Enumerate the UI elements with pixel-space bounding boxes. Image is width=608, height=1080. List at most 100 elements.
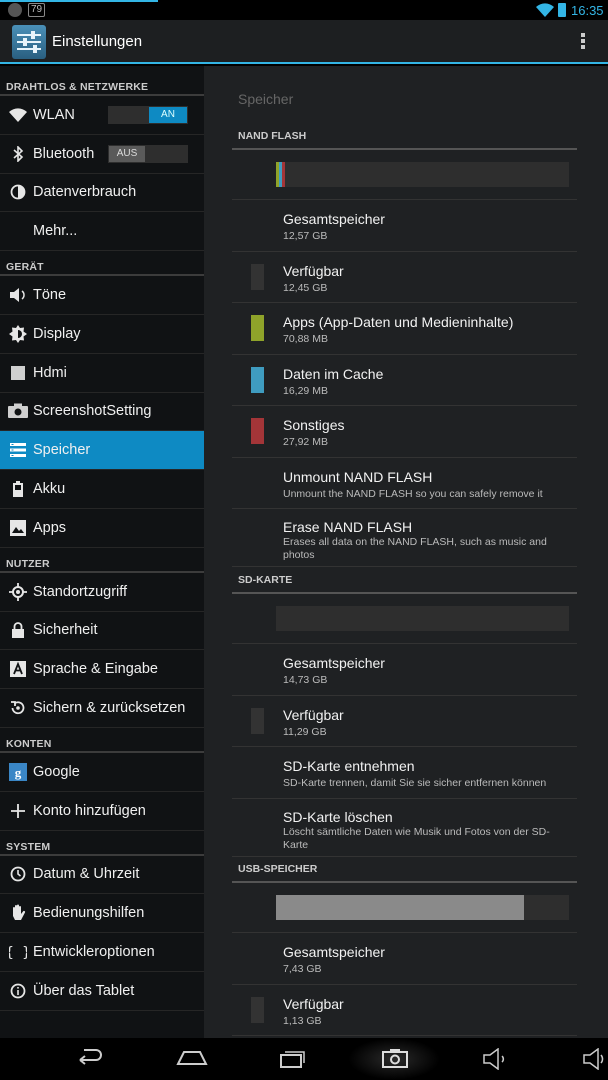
sidebar-item-ueber-das-tablet[interactable]: Über das Tablet [0, 972, 204, 1011]
page-title: Einstellungen [52, 33, 143, 50]
sidebar-item-label: ScreenshotSetting [33, 403, 152, 420]
sidebar-item-label: Über das Tablet [33, 982, 135, 999]
sidebar-item-wlan[interactable]: WLAN AN [0, 96, 204, 135]
volume-down-icon[interactable] [482, 1048, 508, 1070]
sidebar-item-datum-uhrzeit[interactable]: Datum & Uhrzeit [0, 856, 204, 895]
sidebar-item-label: Apps [33, 519, 67, 536]
clock-icon [0, 866, 33, 882]
nand-row-daten-im-cache[interactable]: Daten im Cache 16,29 MB [232, 355, 577, 406]
hand-icon [0, 904, 33, 922]
screenshot-camera-icon[interactable] [382, 1048, 408, 1068]
sidebar-item-google[interactable]: g Google [0, 753, 204, 792]
section-header-konten: KONTEN [0, 728, 204, 753]
sidebar-item-apps[interactable]: Apps [0, 509, 204, 548]
camera-icon [0, 403, 33, 419]
sd-row-sd-karte-loeschen[interactable]: SD-Karte löschen Löscht sämtliche Daten w… [232, 799, 577, 857]
info-icon [0, 983, 33, 999]
apps-icon [0, 519, 33, 536]
home-icon[interactable] [176, 1048, 208, 1066]
battery-icon [0, 481, 33, 498]
sd-row-sd-karte-entnehmen[interactable]: SD-Karte entnehmen SD-Karte trennen, dami… [232, 747, 577, 799]
usb-used-segment [276, 895, 524, 920]
sidebar-item-label: Akku [33, 481, 66, 498]
sidebar-item-bedienungshilfen[interactable]: Bedienungshilfen [0, 894, 204, 934]
bluetooth-toggle[interactable]: AUS [108, 144, 188, 163]
sd-row-gesamtspeicher[interactable]: Gesamtspeicher 14,73 GB [232, 644, 577, 696]
svg-text:{ }: { } [9, 945, 27, 960]
sidebar-item-label: Datenverbrauch [33, 184, 137, 201]
usb-usage-bar-row [232, 883, 577, 933]
sidebar-item-entwickleroptionen[interactable]: { } Entwickleroptionen [0, 933, 204, 972]
storage-detail-pane: Speicher NAND FLASH Gesamtspeicher 12,57 … [204, 66, 608, 1038]
row-title: Verfügbar [283, 262, 344, 279]
sidebar-item-screenshotsetting[interactable]: ScreenshotSetting [0, 393, 204, 432]
google-icon: g [0, 762, 33, 781]
row-title: Apps (App-Daten und Medieninhalte) [283, 314, 514, 330]
row-subtitle: 16,29 MB [283, 384, 328, 397]
back-icon[interactable] [76, 1048, 104, 1068]
nand-usage-bar-row [232, 150, 577, 200]
system-navigation-bar [0, 1038, 608, 1080]
settings-app-icon[interactable] [12, 25, 46, 59]
sd-card-header: SD-KARTE [232, 570, 577, 594]
row-subtitle: 12,57 GB [283, 230, 328, 242]
nand-flash-header: NAND FLASH [232, 126, 577, 150]
nand-row-gesamtspeicher[interactable]: Gesamtspeicher 12,57 GB [232, 200, 577, 252]
row-title: Gesamtspeicher [283, 211, 385, 227]
add-icon [0, 803, 33, 819]
sidebar-item-datenverbrauch[interactable]: Datenverbrauch [0, 174, 204, 213]
notification-icon [8, 3, 22, 17]
row-subtitle: 27,92 MB [283, 436, 328, 448]
nand-row-verfuegbar[interactable]: Verfügbar 12,45 GB [232, 252, 577, 303]
section-header-nutzer: NUTZER [0, 548, 204, 573]
sd-usage-bar [276, 606, 569, 631]
sidebar-item-mehr[interactable]: Mehr... [0, 212, 204, 252]
row-title: Verfügbar [283, 995, 344, 1012]
row-title: SD-Karte löschen [283, 808, 393, 825]
row-subtitle: 7,43 GB [283, 963, 322, 975]
row-title: Erase NAND FLASH [283, 519, 413, 535]
sd-row-verfuegbar[interactable]: Verfügbar 11,29 GB [232, 696, 577, 747]
nand-row-apps-app-daten-und-medieninhalte[interactable]: Apps (App-Daten und Medieninhalte) 70,88 … [232, 303, 577, 355]
nand-row-unmount-nand-flash[interactable]: Unmount NAND FLASH Unmount the NAND FLASH… [232, 458, 577, 509]
nand-flash-section: NAND FLASH Gesamtspeicher 12,57 GB Verfügb… [232, 126, 577, 567]
sidebar-item-label: Entwickleroptionen [33, 944, 155, 961]
nand-row-sonstiges[interactable]: Sonstiges 27,92 MB [232, 406, 577, 458]
usb-row-verfuegbar[interactable]: Verfügbar 1,13 GB [232, 985, 577, 1036]
row-subtitle: Löscht sämtliche Daten wie Musik und Fot… [283, 825, 550, 851]
sidebar-item-display[interactable]: Display [0, 315, 204, 354]
recent-apps-icon[interactable] [279, 1048, 307, 1068]
sidebar-item-toene[interactable]: Töne [0, 276, 204, 315]
row-subtitle: 14,73 GB [283, 674, 328, 686]
overflow-menu-icon[interactable] [578, 32, 588, 52]
status-progress-line [0, 0, 158, 2]
hdmi-icon [0, 365, 33, 381]
nand-row-erase-nand-flash[interactable]: Erase NAND FLASH Erases all data on the N… [232, 509, 577, 567]
sidebar-item-label: Sicherheit [33, 622, 98, 639]
status-bar: 79 16:35 [0, 0, 608, 20]
sidebar-item-label: Datum & Uhrzeit [33, 866, 140, 883]
usb-row-gesamtspeicher[interactable]: Gesamtspeicher 7,43 GB [232, 933, 577, 985]
sidebar-item-bluetooth[interactable]: Bluetooth AUS [0, 135, 204, 174]
sidebar-item-konto-hinzufuegen[interactable]: Konto hinzufügen [0, 792, 204, 831]
sidebar-item-label: Sprache & Eingabe [33, 661, 158, 678]
braces-icon: { } [0, 944, 33, 960]
sidebar-item-label: Hdmi [33, 364, 67, 381]
sidebar-item-label: Sichern & zurücksetzen [33, 700, 186, 717]
row-subtitle: 11,29 GB [283, 725, 327, 738]
sidebar-item-hdmi[interactable]: Hdmi [0, 354, 204, 393]
settings-menu: DRAHTLOS & NETZWERKE WLAN AN Bluetooth AUS Da… [0, 66, 204, 1038]
volume-icon [0, 287, 33, 303]
volume-up-icon[interactable] [582, 1048, 608, 1070]
sidebar-item-sicherheit[interactable]: Sicherheit [0, 612, 204, 651]
sidebar-item-speicher[interactable]: Speicher [0, 431, 204, 471]
row-subtitle: 1,13 GB [283, 1014, 322, 1027]
sidebar-item-standortzugriff[interactable]: Standortzugriff [0, 573, 204, 612]
battery-status-icon [558, 3, 566, 17]
sidebar-item-label: Töne [33, 287, 67, 304]
wlan-toggle[interactable]: AN [108, 106, 188, 124]
sidebar-item-akku[interactable]: Akku [0, 470, 204, 509]
sidebar-item-sprache-eingabe[interactable]: Sprache & Eingabe [0, 650, 204, 690]
row-title: Sonstiges [283, 417, 345, 433]
sidebar-item-sichern-zuruecksetzen[interactable]: Sichern & zurücksetzen [0, 689, 204, 728]
